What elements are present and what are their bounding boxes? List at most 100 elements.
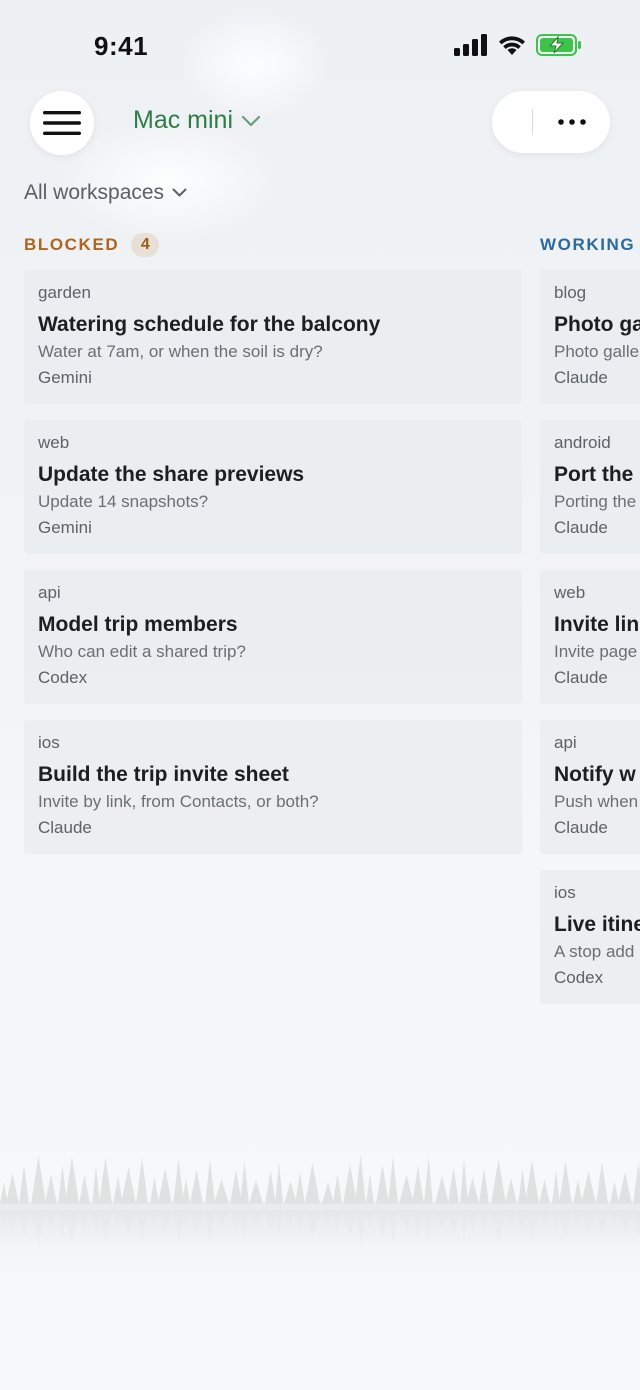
tree-silhouette <box>65 1156 79 1204</box>
task-card[interactable]: blog Photo ga Photo galle Claude <box>540 270 640 404</box>
card-workspace: web <box>554 583 586 602</box>
ellipsis-icon <box>558 119 586 125</box>
card-workspace: api <box>38 583 61 602</box>
card-agent: Claude <box>554 368 608 387</box>
card-question: Invite page <box>554 642 638 661</box>
card-title: Invite lin <box>554 613 640 636</box>
tree-silhouette <box>173 1159 184 1204</box>
tree-silhouette <box>19 1164 29 1204</box>
header-actions <box>492 91 610 153</box>
tree-silhouette <box>479 1168 489 1204</box>
tree-silhouette <box>505 1178 517 1204</box>
chevron-down-icon <box>241 115 261 126</box>
tree-silhouette <box>618 1172 632 1204</box>
tree-silhouette <box>399 1175 414 1204</box>
tree-silhouette <box>305 1163 320 1204</box>
tree-silhouette <box>424 1157 433 1204</box>
task-card[interactable]: ios Live itine A stop add Codex <box>540 870 640 1004</box>
card-agent: Codex <box>554 968 604 987</box>
card-question: Who can edit a shared trip? <box>38 642 246 661</box>
tree-silhouette <box>333 1173 342 1204</box>
card-agent: Claude <box>554 518 608 537</box>
card-question: Photo galle <box>554 342 640 361</box>
tree-silhouette <box>295 1172 305 1204</box>
card-title: Model trip members <box>38 613 238 636</box>
tree-silhouette <box>466 1177 479 1204</box>
wifi-icon <box>499 36 525 55</box>
pill-divider <box>532 109 533 135</box>
tree-silhouette <box>249 1180 263 1204</box>
tree-silhouette <box>45 1174 57 1204</box>
tree-silhouette <box>573 1180 583 1204</box>
cellular-signal-icon <box>454 34 487 56</box>
card-question: Update 14 snapshots? <box>38 492 209 511</box>
tree-silhouette <box>182 1178 190 1204</box>
card-title: Live itine <box>554 913 640 936</box>
tree-silhouette <box>552 1170 560 1204</box>
card-question: Push when <box>554 792 639 811</box>
workspace-filter[interactable]: All workspaces <box>24 181 187 205</box>
tree-silhouette <box>596 1162 608 1204</box>
card-list: blog Photo ga Photo galle Claude android… <box>540 270 640 1004</box>
tree-silhouette <box>265 1171 276 1204</box>
tree-silhouette <box>240 1161 249 1204</box>
card-agent: Codex <box>38 668 88 687</box>
column-header: WORKING <box>540 232 640 258</box>
card-list: garden Watering schedule for the balcony… <box>24 270 522 854</box>
task-card[interactable]: web Invite lin Invite page Claude <box>540 570 640 704</box>
card-title: Watering schedule for the balcony <box>38 313 381 336</box>
count-badge: 4 <box>131 233 160 257</box>
column-title: WORKING <box>540 235 636 254</box>
tree-silhouette <box>559 1161 572 1204</box>
tree-silhouette <box>539 1179 550 1204</box>
task-card[interactable]: ios Build the trip invite sheet Invite b… <box>24 720 522 854</box>
column-blocked: BLOCKED 4 garden Watering schedule for t… <box>24 232 522 870</box>
card-agent: Gemini <box>38 518 92 537</box>
card-title: Update the share previews <box>38 463 305 486</box>
tree-silhouette <box>284 1181 297 1204</box>
task-card[interactable]: android Port the Porting the Claude <box>540 420 640 554</box>
tree-silhouette <box>205 1160 215 1204</box>
tree-silhouette <box>31 1155 46 1204</box>
tree-silhouette <box>633 1163 640 1204</box>
tree-silhouette <box>388 1156 398 1204</box>
tree-silhouette <box>190 1169 203 1204</box>
tree-silhouette <box>113 1176 123 1204</box>
tree-silhouette <box>230 1170 242 1204</box>
tree-silhouette <box>6 1173 19 1204</box>
status-icons <box>454 34 582 56</box>
tree-silhouette <box>121 1167 136 1204</box>
tree-silhouette <box>366 1174 374 1204</box>
column-working: WORKING blog Photo ga Photo galle Claude… <box>540 232 640 1020</box>
card-agent: Claude <box>554 668 608 687</box>
tree-silhouette <box>448 1167 459 1204</box>
tree-silhouette <box>610 1181 619 1204</box>
tree-silhouette <box>92 1166 100 1204</box>
card-question: Water at 7am, or when the soil is dry? <box>38 342 323 361</box>
task-card[interactable]: web Update the share previews Update 14 … <box>24 420 522 554</box>
battery-charging-icon <box>536 34 581 56</box>
status-bar: 9:41 <box>0 0 640 95</box>
task-card[interactable]: api Model trip members Who can edit a sh… <box>24 570 522 704</box>
tree-silhouette <box>525 1160 539 1204</box>
forest-backdrop <box>0 1155 640 1290</box>
tree-silhouette <box>376 1165 389 1204</box>
tree-silhouette <box>158 1168 172 1204</box>
device-selector[interactable]: Mac mini <box>133 106 261 135</box>
card-question: Invite by link, from Contacts, or both? <box>38 792 319 811</box>
card-workspace: blog <box>554 283 587 302</box>
task-card[interactable]: api Notify w Push when Claude <box>540 720 640 854</box>
more-button[interactable] <box>534 91 610 153</box>
column-title: BLOCKED <box>24 235 120 254</box>
card-title: Notify w <box>554 763 636 786</box>
task-card[interactable]: garden Watering schedule for the balcony… <box>24 270 522 404</box>
card-title: Build the trip invite sheet <box>38 763 289 786</box>
tree-silhouette <box>150 1177 159 1204</box>
card-agent: Claude <box>554 818 608 837</box>
tree-silhouette <box>581 1171 596 1204</box>
card-workspace: web <box>38 433 70 452</box>
tree-silhouette <box>412 1166 424 1204</box>
menu-button[interactable] <box>30 91 94 155</box>
tree-silhouette <box>518 1169 527 1204</box>
tree-silhouette <box>322 1182 334 1204</box>
